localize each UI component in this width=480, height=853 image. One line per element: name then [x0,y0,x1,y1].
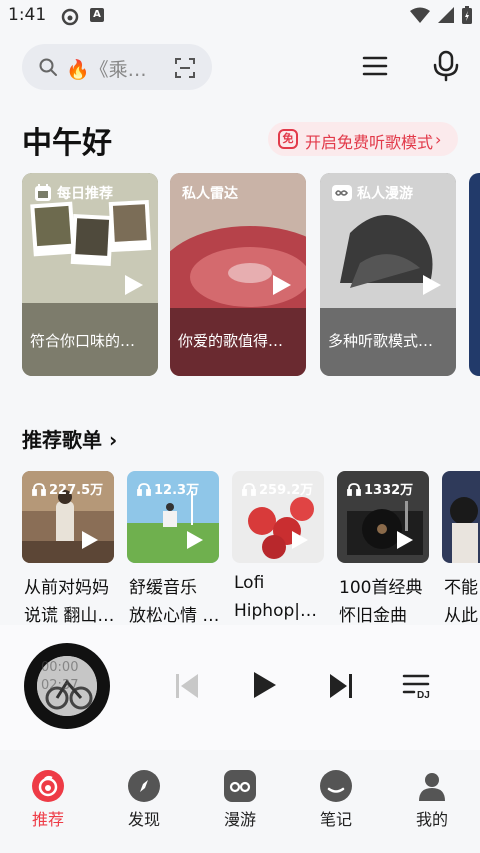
recommended-playlists-header[interactable]: 推荐歌单 › [22,424,117,453]
svg-text:DJ: DJ [417,690,430,700]
previous-icon[interactable] [174,672,200,700]
status-time: 1:41 [8,5,47,25]
battery-icon [462,6,472,24]
play-icon[interactable] [271,273,293,297]
time-overlay-total: 02:37 [41,678,79,693]
tab-discover[interactable]: 发现 [114,770,174,830]
play-icon[interactable] [80,529,100,551]
compass-icon [128,770,160,802]
tab-notes[interactable]: 笔记 [306,770,366,830]
hero-card-partial[interactable] [469,173,480,376]
search-icon [38,57,58,81]
play-icon[interactable] [185,529,205,551]
free-badge-icon: 免 [278,129,298,149]
netease-logo-icon [32,770,64,802]
playlist-title-line2: Hiphop|… [234,601,317,621]
headphones-icon [32,482,46,496]
play-pause-icon[interactable] [252,670,278,700]
free-mode-button[interactable]: 免 开启免费听歌模式 › [268,122,458,156]
playlist-title-line2: 说谎 翻山… [24,606,115,626]
play-icon[interactable] [123,273,145,297]
play-count: 259.2万 [242,479,313,498]
hero-tag: 私人漫游 [332,183,413,203]
next-icon[interactable] [328,672,354,700]
status-bar: 1:41 A [0,0,480,34]
daily-recommend-card[interactable]: 每日推荐 符合你口味的… [22,173,158,376]
free-mode-label: 开启免费听歌模式 [305,133,434,152]
play-count-text: 259.2万 [259,483,314,498]
scan-icon[interactable] [174,57,196,83]
headphones-icon [137,482,151,496]
play-icon[interactable] [395,529,415,551]
playlist-title-line1: 不能 [444,578,478,598]
playlist-title-line2: 怀旧金曲 [339,606,407,626]
headphones-icon [242,482,256,496]
play-count: 1332万 [347,479,413,498]
radio-icon [224,770,256,802]
hero-caption: 符合你口味的… [30,332,136,350]
hero-caption: 你爱的歌值得… [178,332,284,350]
microphone-icon[interactable] [433,50,459,86]
playlist-title-line1: Lofi [234,573,265,593]
calendar-icon [35,184,51,201]
tab-label: 我的 [415,810,448,829]
time-overlay: 00:00 02:37 [41,659,78,695]
menu-icon[interactable] [362,55,388,81]
playlist-card-partial[interactable]: 不能 从此 [442,471,480,631]
play-count: 12.3万 [137,479,199,498]
playlist-dj-icon[interactable]: DJ [402,672,434,700]
play-count-text: 12.3万 [154,483,200,498]
playlist-cover [442,471,480,563]
wifi-icon [410,7,430,23]
album-disc[interactable]: 00:00 02:37 [24,643,110,729]
tab-label: 漫游 [223,810,256,829]
play-count-text: 1332万 [364,483,414,498]
person-icon [416,770,448,802]
status-indicators [410,6,472,24]
hero-tag: 私人雷达 [182,183,238,203]
tab-mine[interactable]: 我的 [402,770,462,830]
play-count-text: 227.5万 [49,483,104,498]
tab-label: 推荐 [31,810,64,829]
search-bar[interactable]: 🔥《乘… [22,44,212,90]
app-notification-icon: A [90,8,104,22]
hero-tag: 每日推荐 [34,183,113,203]
chat-icon [320,770,352,802]
infinity-icon [332,185,352,201]
netease-status-icon [60,7,80,31]
tab-label: 笔记 [319,810,352,829]
tab-recommend[interactable]: 推荐 [18,770,78,830]
tab-roam[interactable]: 漫游 [210,770,270,830]
chevron-right-icon: › [102,428,118,452]
playlist-title-line2: 从此 [444,606,478,626]
hero-caption: 多种听歌模式… [328,332,434,350]
play-count: 227.5万 [32,479,103,498]
play-icon[interactable] [290,529,310,551]
tab-label: 发现 [127,810,160,829]
section-title-label: 推荐歌单 [22,428,102,452]
headphones-icon [347,482,361,496]
private-roam-card[interactable]: 私人漫游 多种听歌模式… [320,173,456,376]
playlist-title-line1: 舒缓音乐 [129,578,197,598]
time-overlay-current: 00:00 [41,660,79,675]
playlist-title-line1: 100首经典 [339,578,423,598]
signal-icon [438,7,454,23]
hero-tag-label: 私人雷达 [182,186,238,202]
playlist-title-line2: 放松心情 … [129,606,220,626]
search-suggestion: 🔥《乘… [66,59,147,81]
hero-tag-label: 每日推荐 [57,186,113,202]
playlist-title-line1: 从前对妈妈 [24,578,109,598]
hero-tag-label: 私人漫游 [357,186,413,202]
chevron-right-icon: › [435,130,442,149]
greeting-title: 中午好 [22,126,112,161]
private-radar-card[interactable]: 私人雷达 你爱的歌值得… [170,173,306,376]
play-icon[interactable] [421,273,443,297]
